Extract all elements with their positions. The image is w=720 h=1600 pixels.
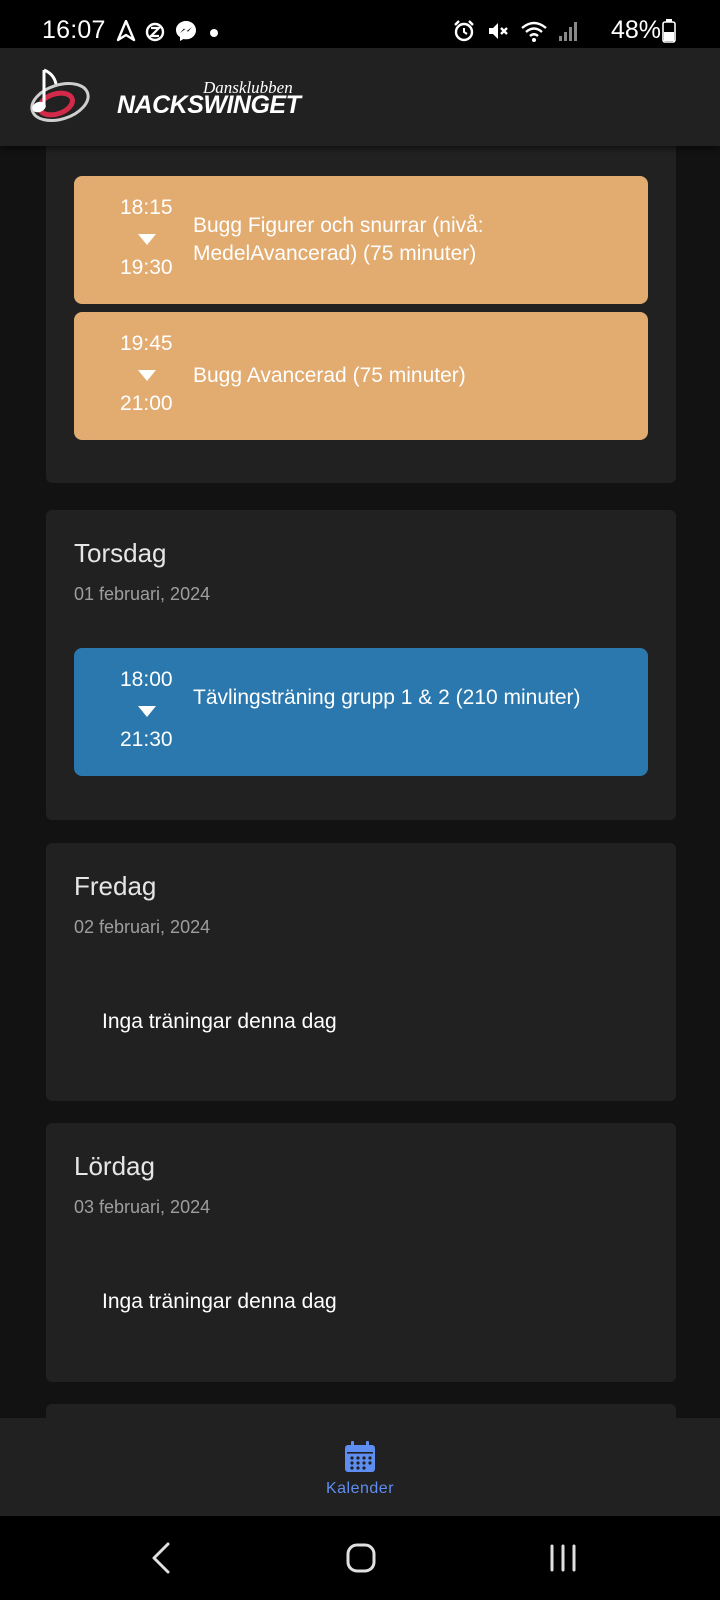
no-events-text: Inga träningar denna dag — [102, 1290, 337, 1313]
status-time: 16:07 — [42, 16, 106, 44]
nav-item-kalender[interactable]: Kalender — [300, 1418, 420, 1516]
day-card — [46, 1404, 676, 1418]
nav-label-kalender: Kalender — [325, 1480, 395, 1497]
system-navigation-bar — [0, 1516, 720, 1600]
back-icon[interactable] — [142, 1538, 182, 1578]
arrow-down-icon — [138, 706, 156, 717]
status-bar: 16:07 48% — [0, 0, 720, 48]
arrow-down-icon — [138, 370, 156, 381]
app-bar: Dansklubben NACKSWINGET — [0, 48, 720, 146]
battery-percent: 48% — [611, 16, 662, 44]
day-name: Torsdag — [74, 538, 167, 568]
calendar-list[interactable]: 18:15 19:30 Bugg Figurer och snurrar (ni… — [0, 146, 720, 1418]
day-date: 02 februari, 2024 — [74, 917, 211, 937]
day-name: Fredag — [74, 871, 157, 901]
event-title: Tävlingsträning grupp 1 & 2 (210 minuter… — [193, 686, 581, 709]
event-end-time: 21:30 — [120, 728, 173, 751]
home-icon[interactable] — [341, 1538, 381, 1578]
system-status-icons — [452, 16, 580, 46]
alarm-z-icon — [145, 22, 165, 42]
dot-icon — [210, 29, 218, 37]
mute-icon — [489, 23, 508, 39]
day-date: 03 februari, 2024 — [74, 1197, 211, 1217]
logo-title: NACKSWINGET — [117, 91, 301, 119]
day-card: 18:15 19:30 Bugg Figurer och snurrar (ni… — [46, 146, 676, 483]
event-start-time: 18:15 — [120, 196, 173, 219]
event-end-time: 19:30 — [120, 256, 173, 279]
day-card: Lördag 03 februari, 2024 Inga träningar … — [46, 1123, 676, 1382]
recents-icon[interactable] — [543, 1538, 583, 1578]
signal-icon — [559, 22, 577, 41]
navigation-icon — [116, 20, 136, 42]
notification-icons — [116, 16, 222, 46]
battery-icon — [662, 19, 676, 43]
event-start-time: 18:00 — [120, 668, 173, 691]
event-title: Bugg Avancerad (75 minuter) — [193, 364, 466, 387]
alarm-icon — [454, 20, 474, 42]
wifi-icon — [521, 21, 547, 42]
no-events-text: Inga träningar denna dag — [102, 1010, 337, 1033]
bottom-navigation: Kalender — [0, 1418, 720, 1516]
event-card[interactable]: 19:45 21:00 Bugg Avancerad (75 minuter) — [74, 312, 648, 440]
messenger-icon — [176, 21, 196, 41]
event-card[interactable]: 18:15 19:30 Bugg Figurer och snurrar (ni… — [74, 176, 648, 304]
day-date: 01 februari, 2024 — [74, 584, 211, 604]
day-card: Torsdag 01 februari, 2024 18:00 21:30 Tä… — [46, 510, 676, 820]
day-name: Lördag — [74, 1151, 155, 1181]
event-start-time: 19:45 — [120, 332, 173, 355]
event-title: Bugg Figurer och snurrar (nivå: MedelAva… — [193, 214, 484, 265]
day-card: Fredag 02 februari, 2024 Inga träningar … — [46, 843, 676, 1101]
event-card[interactable]: 18:00 21:30 Tävlingsträning grupp 1 & 2 … — [74, 648, 648, 776]
club-logo-icon — [30, 68, 90, 122]
arrow-down-icon — [138, 234, 156, 245]
event-end-time: 21:00 — [120, 392, 173, 415]
calendar-icon — [345, 1441, 375, 1472]
